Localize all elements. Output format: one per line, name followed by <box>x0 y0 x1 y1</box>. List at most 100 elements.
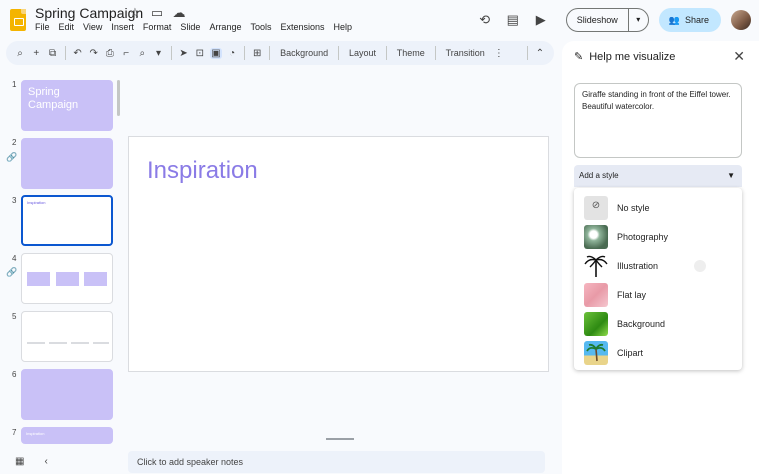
menu-help[interactable]: Help <box>334 22 353 32</box>
menu-insert[interactable]: Insert <box>111 22 134 32</box>
menu-file[interactable]: File <box>35 22 50 32</box>
toolbar-divider <box>170 46 172 60</box>
toolbar-divider <box>385 46 387 60</box>
style-option-label: Photography <box>617 231 669 242</box>
comments-icon[interactable]: ▤ <box>504 11 522 29</box>
meet-icon[interactable]: ▶ <box>532 11 550 29</box>
cloud-status-icon[interactable]: ☁ <box>172 5 186 21</box>
slide-canvas[interactable]: Inspiration <box>128 136 549 372</box>
layout-icon[interactable]: ⧉ <box>46 48 58 59</box>
slideshow-start-button[interactable]: Slideshow <box>567 9 628 31</box>
speaker-notes[interactable]: Click to add speaker notes <box>128 451 545 473</box>
slide-number: 2 <box>12 138 17 147</box>
thumbnail-text-line <box>27 342 45 344</box>
slide-thumbnail-5[interactable] <box>21 311 113 362</box>
new-slide-icon[interactable]: + <box>30 48 42 59</box>
slide-number: 1 <box>12 80 17 89</box>
add-comment-icon[interactable]: ⊞ <box>251 48 263 59</box>
search-icon[interactable]: ⌕ <box>14 48 26 59</box>
image-icon[interactable]: ▣ <box>209 47 223 59</box>
slide-number: 5 <box>12 312 17 321</box>
paint-format-icon[interactable]: ⌐ <box>120 48 132 59</box>
menu-format[interactable]: Format <box>143 22 172 32</box>
toolbar-divider <box>269 46 271 60</box>
thumbnail-title: Spring Campaign <box>28 86 79 111</box>
zoom-icon[interactable]: ⌕ <box>136 48 148 59</box>
slide-thumbnail-4[interactable] <box>21 253 113 304</box>
thumbnail-image <box>27 272 50 286</box>
style-option-no-style[interactable]: No style <box>574 193 742 222</box>
menu-view[interactable]: View <box>83 22 102 32</box>
slide-thumbnail-3[interactable]: Inspiration <box>21 195 113 246</box>
no-style-icon <box>584 195 608 220</box>
filmstrip-scrollbar[interactable] <box>117 80 120 116</box>
menu-edit[interactable]: Edit <box>59 22 75 32</box>
dropdown-arrow-icon: ▼ <box>727 171 735 180</box>
thumbnail-text-line <box>71 342 89 344</box>
chevron-down-icon[interactable]: ▾ <box>152 48 164 59</box>
collapse-filmstrip-icon[interactable]: ‹ <box>44 456 47 467</box>
print-icon[interactable]: ⎙ <box>104 48 116 59</box>
more-options-icon[interactable]: ⋮ <box>493 48 505 59</box>
flat-lay-thumbnail-icon <box>584 282 608 307</box>
illustration-thumbnail-icon <box>584 253 608 278</box>
notes-resize-handle[interactable] <box>326 438 354 440</box>
transition-button[interactable]: Transition <box>442 48 489 58</box>
slide-number: 6 <box>12 370 17 379</box>
avatar[interactable] <box>731 10 751 30</box>
style-dropdown[interactable]: Add a style ▼ <box>574 165 742 187</box>
background-button[interactable]: Background <box>276 48 332 58</box>
select-cursor-icon[interactable]: ➤ <box>177 48 189 59</box>
link-icon: 🔗 <box>6 152 18 162</box>
collapse-toolbar-icon[interactable]: ⌃ <box>534 48 546 59</box>
title-bar: Spring Campaign ☆ ▭ ☁ File Edit View Ins… <box>0 0 759 40</box>
move-folder-icon[interactable]: ▭ <box>150 5 164 21</box>
menu-bar: File Edit View Insert Format Slide Arran… <box>35 22 352 32</box>
slides-logo-icon[interactable] <box>10 9 26 31</box>
history-icon[interactable]: ⟲ <box>476 11 494 29</box>
close-icon[interactable]: ✕ <box>733 48 745 65</box>
style-option-illustration[interactable]: Illustration <box>574 251 742 280</box>
filmstrip-controls: ▦ ‹ <box>15 456 48 467</box>
menu-extensions[interactable]: Extensions <box>280 22 324 32</box>
share-button[interactable]: 👥 Share <box>658 8 721 32</box>
theme-button[interactable]: Theme <box>393 48 429 58</box>
cursor-indicator <box>694 260 706 272</box>
shape-icon[interactable]: ◔ <box>226 48 238 59</box>
slide-canvas-area: Inspiration <box>128 72 554 444</box>
style-option-flat-lay[interactable]: Flat lay <box>574 280 742 309</box>
style-option-clipart[interactable]: Clipart <box>574 338 742 367</box>
share-label: Share <box>684 15 709 25</box>
document-title[interactable]: Spring Campaign <box>35 5 143 21</box>
slide-number: 3 <box>12 196 17 205</box>
slide-thumbnail-6[interactable] <box>21 369 113 420</box>
style-option-label: Flat lay <box>617 289 647 300</box>
style-option-photography[interactable]: Photography <box>574 222 742 251</box>
redo-icon[interactable]: ↷ <box>88 48 100 59</box>
style-menu: No style Photography Illustration Flat l… <box>574 188 742 370</box>
slide-thumbnail-2[interactable] <box>21 138 113 189</box>
slideshow-button: Slideshow ▾ <box>565 8 649 32</box>
slide-thumbnail-7[interactable]: Inspiration <box>21 427 113 444</box>
slide-thumbnail-1[interactable]: Spring Campaign <box>21 80 113 131</box>
chevron-down-icon[interactable]: ▾ <box>627 9 648 31</box>
top-right-actions: ⟲ ▤ ▶ Slideshow ▾ 👥 Share <box>476 8 751 32</box>
style-option-label: Background <box>617 318 666 329</box>
undo-icon[interactable]: ↶ <box>71 48 83 59</box>
layout-button[interactable]: Layout <box>345 48 380 58</box>
slide-number: 4 <box>12 254 17 263</box>
text-box-icon[interactable]: ⊡ <box>194 48 206 59</box>
toolbar-divider <box>244 46 246 60</box>
toolbar-divider <box>338 46 339 60</box>
menu-arrange[interactable]: Arrange <box>209 22 241 32</box>
style-option-background[interactable]: Background <box>574 309 742 338</box>
toolbar-divider <box>64 46 66 60</box>
magic-wand-icon: ✎ <box>574 51 584 63</box>
star-icon[interactable]: ☆ <box>128 5 142 21</box>
menu-slide[interactable]: Slide <box>180 22 200 32</box>
grid-view-icon[interactable]: ▦ <box>15 456 24 467</box>
panel-header: ✎ Help me visualize <box>574 50 675 64</box>
slide-title[interactable]: Inspiration <box>147 157 258 185</box>
menu-tools[interactable]: Tools <box>250 22 271 32</box>
prompt-input[interactable]: Giraffe standing in front of the Eiffel … <box>574 83 742 158</box>
